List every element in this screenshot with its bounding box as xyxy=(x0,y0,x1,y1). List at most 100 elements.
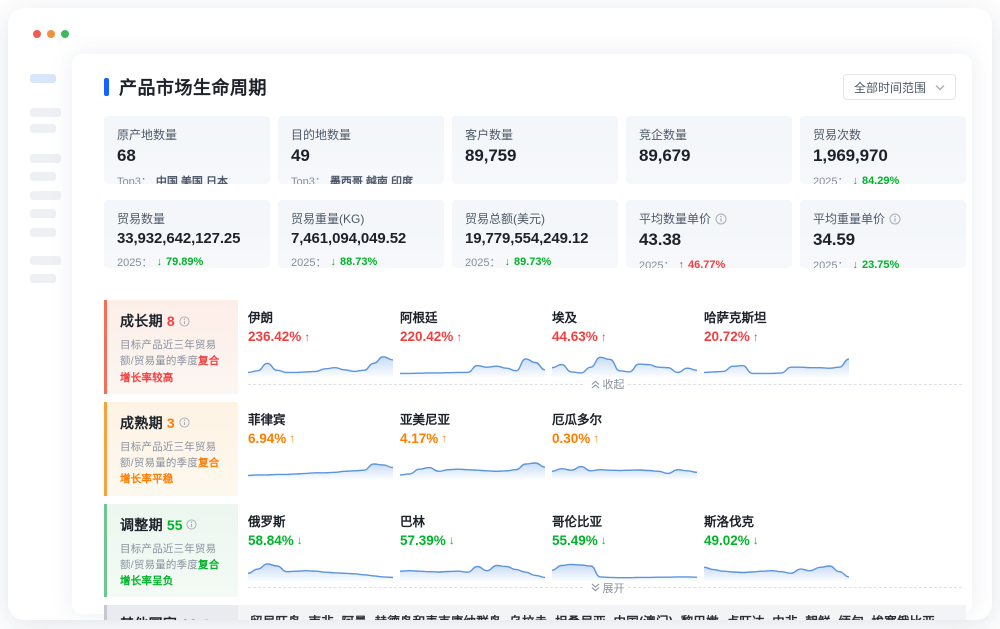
window-controls xyxy=(33,30,69,38)
top3-label: Top3： xyxy=(117,173,152,184)
stat-card-avg-quantity-price: 平均数量单价 43.38 2025：↑46.77% xyxy=(626,200,792,268)
maximize-window-icon[interactable] xyxy=(61,30,69,38)
section-other-header: 其他国家 16 xyxy=(104,605,238,620)
trend-arrow-icon: ↑ xyxy=(601,330,607,344)
info-icon[interactable] xyxy=(186,519,197,530)
sparkline-chart xyxy=(704,347,856,377)
stat-value: 34.59 xyxy=(813,230,953,250)
stat-value: 89,679 xyxy=(639,146,779,166)
sparkline-chart xyxy=(248,449,400,479)
trend-arrow-icon: ↑ xyxy=(678,259,684,268)
sparkline-chart xyxy=(400,551,552,581)
info-icon[interactable] xyxy=(201,619,212,620)
section-adjustment-header: 调整期 55 目标产品近三年贸易额/贸易量的季度复合增长率呈负 xyxy=(104,504,238,598)
stat-value: 89,759 xyxy=(465,146,605,166)
sparkline-chart xyxy=(704,551,856,581)
section-count: 55 xyxy=(167,517,183,533)
country-card[interactable]: 俄罗斯 58.84%↓ xyxy=(248,504,400,581)
stat-value: 43.38 xyxy=(639,230,779,250)
country-name: 哥伦比亚 xyxy=(552,511,704,530)
stat-card-customer-count: 客户数量 89,759 xyxy=(452,116,618,184)
stat-label: 平均重量单价 xyxy=(813,210,885,227)
country-name: 哈萨克斯坦 xyxy=(704,307,856,326)
time-range-select[interactable]: 全部时间范围 xyxy=(843,74,956,100)
yoy-year: 2025： xyxy=(813,257,848,268)
country-trend: 20.72%↑ xyxy=(704,329,856,344)
stat-card-trade-count: 贸易次数 1,969,970 2025：↓84.29% xyxy=(800,116,966,184)
dashed-divider xyxy=(248,587,583,588)
country-card[interactable]: 菲律宾 6.94%↑ xyxy=(248,402,400,479)
country-card[interactable]: 伊朗 236.42%↑ xyxy=(248,300,400,377)
trend-arrow-icon: ↓ xyxy=(449,533,455,547)
minimize-window-icon[interactable] xyxy=(47,30,55,38)
sparkline-chart xyxy=(552,347,704,377)
stat-card-avg-weight-price: 平均重量单价 34.59 2025：↓23.75% xyxy=(800,200,966,268)
country-trend: 44.63%↑ xyxy=(552,329,704,344)
section-growth: 成长期 8 目标产品近三年贸易额/贸易量的季度复合增长率较高 伊朗 236.42… xyxy=(104,300,966,394)
section-growth-header: 成长期 8 目标产品近三年贸易额/贸易量的季度复合增长率较高 xyxy=(104,300,238,394)
country-trend: 57.39%↓ xyxy=(400,533,552,548)
country-name: 亚美尼亚 xyxy=(400,409,552,428)
yoy-pct: 89.73% xyxy=(514,256,551,268)
country-card[interactable]: 厄瓜多尔 0.30%↑ xyxy=(552,402,704,479)
country-pct: 220.42% xyxy=(400,329,453,344)
trend-arrow-icon: ↓ xyxy=(753,533,759,547)
stat-cards: 原产地数量 68 Top3：中国 美国 日本 目的地数量 49 Top3：墨西哥… xyxy=(104,116,966,268)
country-trend: 4.17%↑ xyxy=(400,431,552,446)
country-card[interactable]: 斯洛伐克 49.02%↓ xyxy=(704,504,856,581)
collapse-control[interactable]: 收起 xyxy=(248,376,966,392)
sidebar-item xyxy=(30,191,61,200)
top3-values: 墨西哥 越南 印度 xyxy=(330,173,413,184)
close-window-icon[interactable] xyxy=(33,30,41,38)
trend-arrow-icon: ↓ xyxy=(330,256,336,268)
sidebar-item-active xyxy=(30,74,56,83)
stat-label: 客户数量 xyxy=(465,126,513,143)
info-icon[interactable] xyxy=(889,213,901,225)
yoy-pct: 84.29% xyxy=(862,175,899,184)
top3-label: Top3： xyxy=(291,173,326,184)
stat-label: 贸易次数 xyxy=(813,126,861,143)
section-other-countries: 其他国家 16 留尼旺岛 南非 阿曼 赫德岛和麦克唐纳群岛 乌拉圭 坦桑尼亚 中… xyxy=(104,605,966,620)
sidebar-item xyxy=(30,256,61,265)
title-accent-bar xyxy=(104,78,109,96)
chevron-down-icon xyxy=(935,84,945,91)
trend-arrow-icon: ↑ xyxy=(441,431,447,445)
country-trend: 49.02%↓ xyxy=(704,533,856,548)
expand-control[interactable]: 展开 xyxy=(248,580,966,596)
expand-label: 展开 xyxy=(603,580,625,596)
stat-card-competitor-count: 竞企数量 89,679 xyxy=(626,116,792,184)
country-card[interactable]: 哥伦比亚 55.49%↓ xyxy=(552,504,704,581)
trend-arrow-icon: ↓ xyxy=(504,256,510,268)
sidebar-item xyxy=(30,154,61,163)
country-card[interactable]: 阿根廷 220.42%↑ xyxy=(400,300,552,377)
country-pct: 58.84% xyxy=(248,533,294,548)
stat-card-trade-total: 贸易总额(美元) 19,779,554,249.12 2025：↓89.73% xyxy=(452,200,618,268)
section-title: 成长期 xyxy=(120,311,163,331)
country-list: 俄罗斯 58.84%↓ 巴林 57.39%↓ 哥伦比亚 55.49%↓ xyxy=(248,504,966,581)
country-pct: 49.02% xyxy=(704,533,750,548)
sparkline-chart xyxy=(248,551,400,581)
country-card[interactable]: 埃及 44.63%↑ xyxy=(552,300,704,377)
yoy-change: 2025：↓84.29% xyxy=(813,173,953,184)
country-card[interactable]: 巴林 57.39%↓ xyxy=(400,504,552,581)
country-trend: 55.49%↓ xyxy=(552,533,704,548)
time-range-value: 全部时间范围 xyxy=(854,79,926,96)
trend-arrow-icon: ↑ xyxy=(289,431,295,445)
country-card[interactable]: 亚美尼亚 4.17%↑ xyxy=(400,402,552,479)
country-pct: 55.49% xyxy=(552,533,598,548)
section-title: 调整期 xyxy=(120,515,163,535)
trend-arrow-icon: ↓ xyxy=(852,259,858,268)
info-icon[interactable] xyxy=(179,417,190,428)
app-window: 产品市场生命周期 全部时间范围 原产地数量 68 Top3：中国 美国 日本 目… xyxy=(8,8,992,620)
stat-value: 33,932,642,127.25 xyxy=(117,230,257,247)
yoy-pct: 46.77% xyxy=(688,259,725,268)
section-title: 其他国家 xyxy=(120,614,177,620)
info-icon[interactable] xyxy=(715,213,727,225)
yoy-change: 2025：↓89.73% xyxy=(465,254,605,268)
chevron-double-down-icon xyxy=(591,583,600,592)
stat-card-origin-count: 原产地数量 68 Top3：中国 美国 日本 xyxy=(104,116,270,184)
country-pct: 20.72% xyxy=(704,329,750,344)
info-icon[interactable] xyxy=(179,316,190,327)
country-card[interactable]: 哈萨克斯坦 20.72%↑ xyxy=(704,300,856,377)
sparkline-chart xyxy=(400,449,552,479)
